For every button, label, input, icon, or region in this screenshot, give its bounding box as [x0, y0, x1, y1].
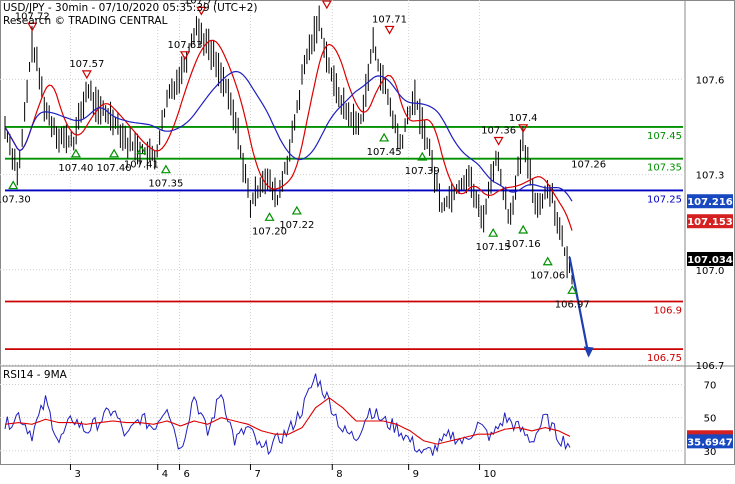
price-annotation: 107.26 [571, 159, 606, 170]
grid-lines [0, 0, 735, 465]
x-tick-label: 3 [74, 469, 80, 480]
rsi-tick-label: 50 [704, 414, 717, 425]
price-tick-label: 107.3 [696, 171, 725, 182]
swing-low-label: 107.35 [148, 179, 183, 190]
swing-low-marker [266, 213, 274, 220]
forecast-arrow-head [584, 346, 594, 357]
swing-low-label: 107.30 [0, 195, 31, 206]
level-label: 106.75 [647, 353, 682, 364]
level-label: 106.9 [653, 306, 682, 317]
swing-low-label: 107.41 [124, 160, 159, 171]
price-badge-label: 107.153 [687, 217, 733, 228]
level-label: 107.25 [647, 194, 682, 205]
swing-markers: 107.72107.57107.63107.77107.79107.71107.… [0, 0, 606, 310]
swing-low-marker [519, 226, 527, 233]
swing-low-marker [110, 150, 118, 157]
swing-low-marker [162, 166, 170, 173]
price-badge-label: 107.216 [687, 197, 733, 208]
chart-source: Research © TRADING CENTRAL [3, 15, 168, 27]
price-tick-label: 106.7 [696, 361, 725, 372]
x-axis: 3 4 6 7 8 9 10 [70, 464, 496, 480]
swing-low-marker [137, 147, 145, 154]
x-tick-label: 7 [254, 469, 260, 480]
swing-high-marker [386, 26, 394, 33]
price-badge-label: 107.034 [687, 255, 733, 266]
x-tick-label: 10 [484, 469, 497, 480]
swing-high-marker [83, 71, 91, 78]
rsi-line [5, 374, 570, 456]
chart-canvas: 107.45107.35107.25106.9106.75 107.72107.… [0, 0, 735, 480]
rsi-tick-label: 70 [704, 381, 717, 392]
rsi-badge-label: 35.6947 [687, 437, 733, 448]
swing-low-label: 107.06 [530, 271, 565, 282]
rsi-tick-label: 30 [704, 447, 717, 458]
swing-low-label: 107.40 [58, 163, 93, 174]
swing-high-marker [323, 1, 331, 8]
swing-low-label: 107.39 [405, 166, 440, 177]
swing-low-marker [9, 182, 17, 189]
swing-high-label: 107.36 [481, 126, 516, 137]
swing-low-label: 106.97 [555, 299, 590, 310]
level-label: 107.35 [647, 163, 682, 174]
swing-high-marker [495, 138, 503, 145]
chart-frame [1, 1, 735, 465]
x-tick-label: 4 [162, 469, 168, 480]
rsi-panel [5, 374, 570, 456]
x-tick-label: 6 [184, 469, 190, 480]
swing-low-label: 107.45 [367, 147, 402, 158]
rsi-ma-line [5, 398, 570, 444]
swing-low-label: 107.16 [506, 239, 541, 250]
swing-low-marker [380, 134, 388, 141]
swing-high-label: 107.63 [168, 40, 203, 51]
level-label: 107.45 [647, 131, 682, 142]
swing-low-marker [544, 258, 552, 265]
price-tick-label: 107.0 [696, 266, 725, 277]
price-tick-label: 107.6 [696, 75, 725, 86]
swing-low-marker [72, 150, 80, 157]
swing-high-label: 107.71 [372, 14, 407, 25]
swing-low-marker [293, 207, 301, 214]
swing-low-label: 107.22 [279, 220, 314, 231]
y-axis: 106.7 107.0 107.3 107.6 30 50 70 107.216 107.153… [687, 75, 733, 457]
rsi-title: RSI14 - 9MA [3, 369, 68, 381]
chart-title: USD/JPY - 30min - 07/10/2020 05:35:39 (U… [3, 2, 258, 14]
swing-low-marker [489, 229, 497, 236]
chart-root: 107.45107.35107.25106.9106.75 107.72107.… [0, 0, 735, 480]
x-tick-label: 8 [336, 469, 342, 480]
x-tick-label: 9 [413, 469, 419, 480]
swing-high-label: 107.57 [69, 59, 104, 70]
swing-high-label: 107.4 [509, 113, 538, 124]
